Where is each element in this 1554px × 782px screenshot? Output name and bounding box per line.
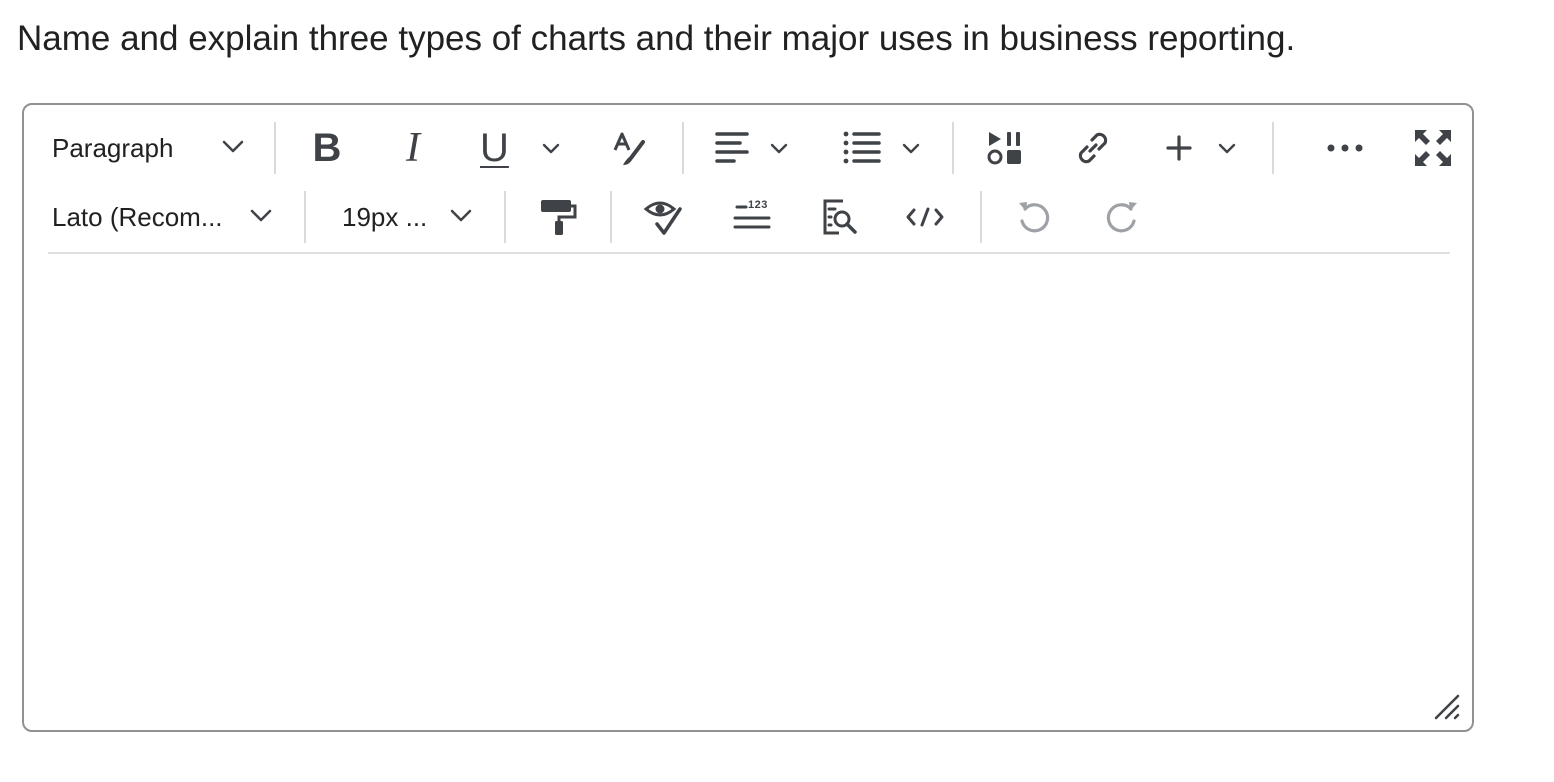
editor-content-area[interactable] — [48, 255, 1450, 695]
preview-icon — [819, 197, 859, 237]
source-code-icon — [905, 205, 945, 229]
plus-icon — [1164, 133, 1194, 163]
insert-button[interactable] — [1164, 118, 1244, 178]
toolbar-separator — [304, 191, 306, 243]
toolbar-row-2: Lato (Recom... 19px ... 123 — [24, 187, 1472, 247]
preview-button[interactable] — [814, 187, 864, 247]
redo-icon — [1101, 197, 1141, 237]
word-count-button[interactable]: 123 — [724, 187, 780, 247]
undo-button[interactable] — [1010, 187, 1060, 247]
accessibility-checker-button[interactable] — [638, 187, 688, 247]
toolbar-row-1: Paragraph B I U — [24, 118, 1472, 178]
fullscreen-icon — [1413, 128, 1453, 168]
toolbar-separator — [682, 122, 684, 174]
toolbar-separator — [274, 122, 276, 174]
chevron-down-icon — [222, 140, 244, 154]
block-format-label: Paragraph — [52, 132, 174, 163]
format-painter-button[interactable] — [532, 187, 582, 247]
underline-icon: U — [480, 125, 509, 170]
insert-media-button[interactable] — [980, 118, 1030, 178]
word-count-badge: 123 — [748, 199, 768, 211]
toolbar-divider — [48, 252, 1450, 254]
word-count-icon: 123 — [732, 197, 772, 237]
toolbar-separator — [504, 191, 506, 243]
link-icon — [1073, 128, 1113, 168]
underline-button[interactable]: U — [480, 118, 570, 178]
align-left-icon — [714, 130, 752, 166]
list-button[interactable] — [842, 118, 926, 178]
block-format-dropdown[interactable]: Paragraph — [52, 118, 252, 178]
rich-text-editor: Paragraph B I U Lato (Recom... 19px ... … — [22, 103, 1474, 732]
toolbar-separator — [952, 122, 954, 174]
chevron-down-icon — [1218, 143, 1236, 155]
redo-button[interactable] — [1096, 187, 1146, 247]
toolbar-separator — [1272, 122, 1274, 174]
more-horizontal-icon — [1325, 142, 1365, 154]
bold-icon: B — [312, 125, 342, 170]
italic-button[interactable]: I — [388, 118, 438, 178]
chevron-down-icon — [250, 209, 272, 223]
bullet-list-icon — [842, 129, 882, 167]
toolbar-separator — [610, 191, 612, 243]
font-size-dropdown[interactable]: 19px ... — [342, 187, 482, 247]
toolbar-separator — [980, 191, 982, 243]
more-button[interactable] — [1320, 118, 1370, 178]
insert-media-icon — [985, 128, 1025, 168]
chevron-down-icon — [542, 143, 560, 155]
undo-icon — [1015, 197, 1055, 237]
align-button[interactable] — [714, 118, 794, 178]
italic-icon: I — [406, 125, 420, 171]
font-size-label: 19px ... — [342, 201, 428, 232]
text-color-button[interactable] — [604, 118, 654, 178]
chevron-down-icon — [770, 143, 788, 155]
chevron-down-icon — [902, 143, 920, 155]
source-code-button[interactable] — [900, 187, 950, 247]
resize-handle-icon[interactable] — [1432, 692, 1462, 722]
accessibility-checker-icon — [643, 197, 683, 237]
font-family-dropdown[interactable]: Lato (Recom... — [52, 187, 282, 247]
fullscreen-button[interactable] — [1408, 118, 1458, 178]
format-painter-icon — [537, 197, 577, 237]
insert-link-button[interactable] — [1068, 118, 1118, 178]
bold-button[interactable]: B — [302, 118, 352, 178]
question-prompt: Name and explain three types of charts a… — [17, 19, 1296, 58]
font-family-label: Lato (Recom... — [52, 201, 223, 232]
text-color-brush-icon — [609, 128, 649, 168]
chevron-down-icon — [450, 209, 472, 223]
